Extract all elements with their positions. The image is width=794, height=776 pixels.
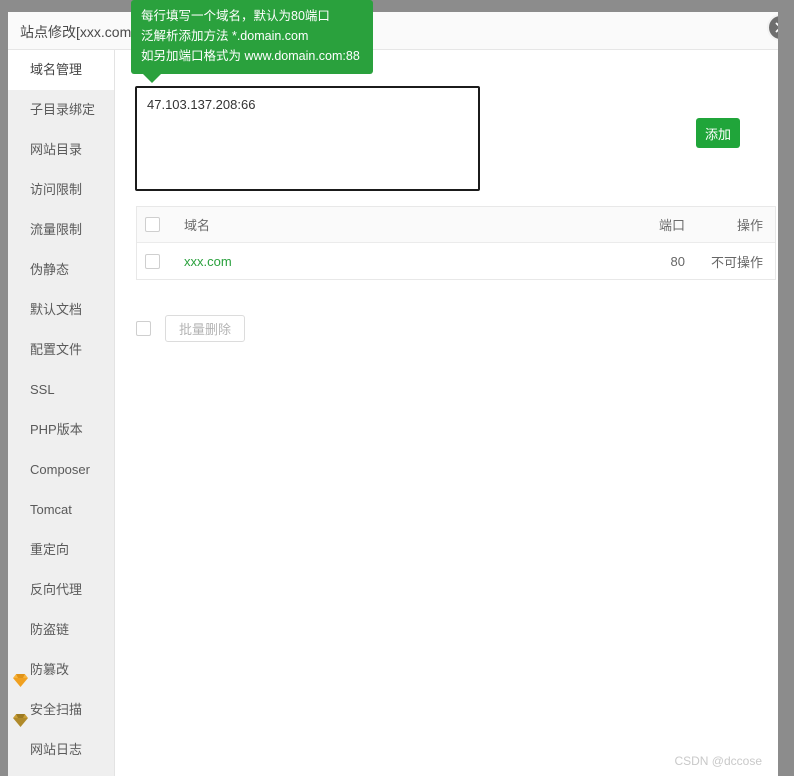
sidebar-item-security-scan[interactable]: 安全扫描 [8, 690, 114, 730]
bulk-delete-button[interactable]: 批量删除 [165, 315, 246, 342]
sidebar-item-label: Tomcat [30, 502, 72, 517]
sidebar-item-label: 反向代理 [30, 582, 83, 597]
modal-header: 站点修改[xxx.com] [8, 12, 778, 50]
tooltip-line: 每行填写一个域名，默认为80端口 [141, 9, 330, 23]
sidebar-item-anti-tamper[interactable]: 防篡改 [8, 650, 114, 690]
sidebar-item-reverse-proxy[interactable]: 反向代理 [8, 570, 114, 610]
sidebar-item-label: 伪静态 [30, 262, 70, 277]
sidebar-item-domain-manage[interactable]: 域名管理 [8, 50, 114, 90]
add-button[interactable]: 添加 [696, 118, 740, 148]
tooltip-line: 泛解析添加方法 *.domain.com [141, 29, 309, 43]
sidebar-item-label: 访问限制 [30, 182, 83, 197]
sidebar-item-label: 安全扫描 [30, 702, 83, 717]
column-header-port: 端口 [658, 218, 685, 233]
select-all-checkbox[interactable] [145, 217, 160, 232]
sidebar-item-traffic-limit[interactable]: 流量限制 [8, 210, 114, 250]
cell-port: 80 [670, 253, 685, 269]
sidebar-item-composer[interactable]: Composer [8, 450, 114, 490]
cell-domain: xxx.com [160, 254, 615, 269]
content-panel: 添加 域名 端口 操作 xxx.com 80 不可操作 [116, 50, 778, 776]
domain-input[interactable] [135, 86, 480, 191]
close-button[interactable] [767, 14, 778, 41]
sidebar-item-label: 子目录绑定 [30, 102, 96, 117]
sidebar: 域名管理 子目录绑定 网站目录 访问限制 流量限制 伪静态 默认文档 配置文件 [8, 50, 115, 776]
site-edit-modal: 站点修改[xxx.com] 域名管理 子目录绑定 网站目录 访问限制 流量限制 … [8, 12, 778, 776]
sidebar-item-label: 流量限制 [30, 222, 83, 237]
sidebar-item-label: 防篡改 [30, 662, 70, 677]
sidebar-item-redirect[interactable]: 重定向 [8, 530, 114, 570]
sidebar-item-default-doc[interactable]: 默认文档 [8, 290, 114, 330]
sidebar-item-tomcat[interactable]: Tomcat [8, 490, 114, 530]
bulk-actions: 批量删除 [136, 315, 246, 342]
sidebar-item-ssl[interactable]: SSL [8, 370, 114, 410]
row-checkbox[interactable] [145, 253, 160, 269]
domain-help-tooltip: 每行填写一个域名，默认为80端口 泛解析添加方法 *.domain.com 如另… [131, 0, 373, 83]
sidebar-item-access-limit[interactable]: 访问限制 [8, 170, 114, 210]
sidebar-item-subdir-binding[interactable]: 子目录绑定 [8, 90, 114, 130]
table-header-row: 域名 端口 操作 [137, 207, 775, 243]
sidebar-item-label: 域名管理 [30, 62, 83, 77]
column-header-domain: 域名 [184, 218, 211, 233]
sidebar-item-config-file[interactable]: 配置文件 [8, 330, 114, 370]
close-icon [775, 22, 778, 33]
tooltip-line: 如另加端口格式为 www.domain.com:88 [141, 49, 360, 63]
sidebar-item-label: Composer [30, 462, 90, 477]
sidebar-item-website-log[interactable]: 网站日志 [8, 730, 114, 770]
sidebar-item-label: 网站日志 [30, 742, 83, 757]
sidebar-item-rewrite[interactable]: 伪静态 [8, 250, 114, 290]
sidebar-item-label: 网站目录 [30, 142, 83, 157]
sidebar-item-php-version[interactable]: PHP版本 [8, 410, 114, 450]
sidebar-item-label: SSL [30, 382, 55, 397]
sidebar-item-website-dir[interactable]: 网站目录 [8, 130, 114, 170]
cell-operation: 不可操作 [710, 254, 763, 270]
tooltip-arrow-icon [143, 74, 161, 83]
page-root: 站点修改[xxx.com] 域名管理 子目录绑定 网站目录 访问限制 流量限制 … [0, 0, 794, 776]
sidebar-item-label: 默认文档 [30, 302, 83, 317]
watermark: CSDN @dccose [674, 754, 762, 768]
domain-link[interactable]: xxx.com [184, 254, 232, 269]
sidebar-item-label: 配置文件 [30, 342, 83, 357]
gem-orange-icon [13, 663, 28, 687]
column-header-op: 操作 [736, 218, 763, 233]
bulk-select-checkbox[interactable] [136, 321, 151, 336]
domain-table: 域名 端口 操作 xxx.com 80 不可操作 [136, 206, 776, 280]
sidebar-item-label: PHP版本 [30, 422, 83, 437]
gem-gold-icon [13, 703, 28, 727]
sidebar-item-label: 防盗链 [30, 622, 70, 637]
sidebar-item-label: 重定向 [30, 542, 70, 557]
sidebar-item-hotlink-protect[interactable]: 防盗链 [8, 610, 114, 650]
table-row: xxx.com 80 不可操作 [137, 243, 775, 279]
page-title: 站点修改[xxx.com] [20, 24, 136, 40]
